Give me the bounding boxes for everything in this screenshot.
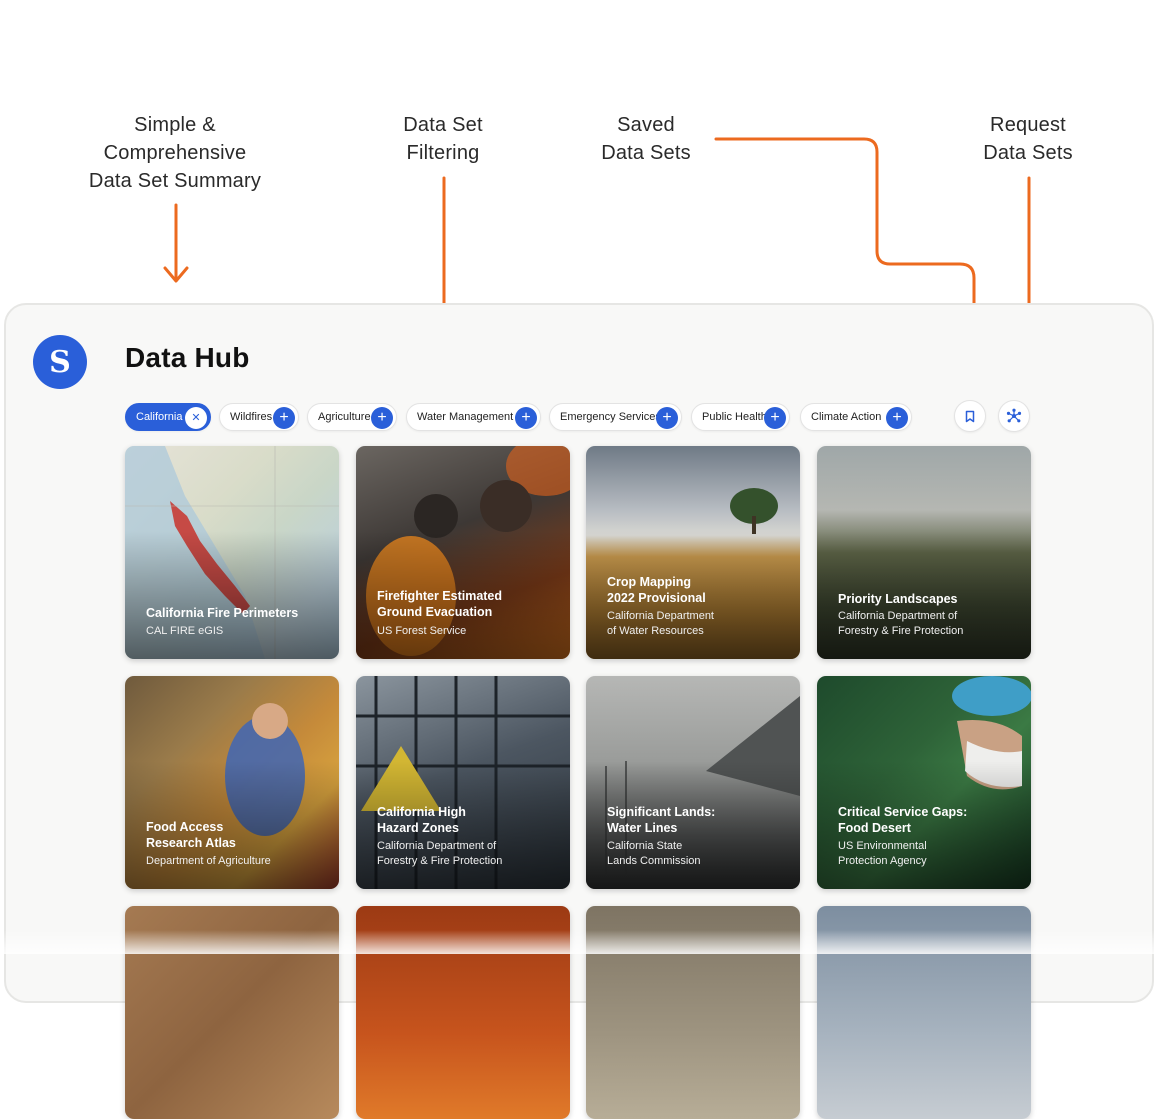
filter-chip-agriculture[interactable]: Agriculture +: [307, 403, 397, 431]
card-title: Significant Lands: Water Lines: [607, 805, 716, 835]
filter-chip-wildfires[interactable]: Wildfires +: [219, 403, 299, 431]
card-title: Firefighter Estimated Ground Evacuation: [377, 589, 503, 619]
data-set-card[interactable]: California High Hazard Zones California …: [356, 676, 570, 889]
data-set-card[interactable]: Critical Service Gaps: Food Desert US En…: [817, 676, 1031, 889]
bookmark-icon: [965, 410, 975, 422]
annotation-request: Request Data Sets: [983, 114, 1073, 164]
card-source: Department of Agriculture: [146, 855, 271, 867]
filter-chip-label: Wildfires: [230, 411, 273, 423]
page-title: Data Hub: [125, 342, 250, 373]
card-title: California Fire Perimeters: [146, 606, 299, 620]
network-icon: [1006, 408, 1022, 423]
card-source: US Forest Service: [377, 625, 467, 637]
filter-chip-label: Public Health: [702, 411, 767, 423]
saved-data-sets-button[interactable]: [954, 400, 986, 432]
filter-chip-label: Agriculture: [318, 411, 371, 423]
data-set-card[interactable]: Food Access Research Atlas Department of…: [125, 676, 339, 889]
card-source: US Environmental Protection Agency: [838, 840, 927, 867]
filter-chip-climate-action[interactable]: Climate Action +: [800, 403, 912, 431]
annotation-saved: Saved Data Sets: [601, 114, 691, 164]
filter-chip-label: Emergency Services: [560, 411, 661, 423]
data-set-card[interactable]: Firefighter Estimated Ground Evacuation …: [356, 446, 570, 659]
request-data-sets-button[interactable]: [998, 400, 1030, 432]
filter-chip-public-health[interactable]: Public Health +: [691, 403, 790, 431]
card-title: Food Access Research Atlas: [146, 820, 236, 850]
filter-chip-emergency-services[interactable]: Emergency Services +: [549, 403, 682, 431]
logo-glyph: S: [49, 344, 71, 380]
plus-icon[interactable]: +: [886, 407, 908, 429]
filter-chip-label: Water Management: [417, 411, 514, 423]
card-source: CAL FIRE eGIS: [146, 625, 224, 637]
card-title: California High Hazard Zones: [377, 805, 466, 835]
arrow-summary: [163, 203, 189, 283]
card-source: California Department of Forestry & Fire…: [838, 610, 964, 637]
annotation-summary: Simple & Comprehensive Data Set Summary: [88, 114, 262, 192]
card-source: California Department of Water Resources: [607, 610, 714, 637]
card-title: Priority Landscapes: [838, 592, 958, 606]
plus-icon[interactable]: +: [371, 407, 393, 429]
data-set-card[interactable]: Significant Lands: Water Lines Californi…: [586, 676, 800, 889]
filter-chip-water-management[interactable]: Water Management +: [406, 403, 541, 431]
card-title: Critical Service Gaps: Food Desert: [838, 805, 968, 835]
filter-chip-california[interactable]: California ✕: [125, 403, 211, 431]
card-title: Crop Mapping 2022 Provisional: [607, 575, 706, 605]
close-icon[interactable]: ✕: [185, 407, 207, 429]
filter-chip-label: Climate Action: [811, 411, 882, 423]
card-source: California Department of Forestry & Fire…: [377, 840, 503, 867]
data-set-card[interactable]: California Fire Perimeters CAL FIRE eGIS: [125, 446, 339, 659]
plus-icon[interactable]: +: [273, 407, 295, 429]
card-overlay: [125, 531, 339, 659]
card-source: California State Lands Commission: [607, 840, 701, 867]
data-set-card[interactable]: Crop Mapping 2022 Provisional California…: [586, 446, 800, 659]
filter-chip-label: California: [136, 411, 183, 423]
annotation-filtering: Data Set Filtering: [403, 114, 483, 164]
plus-icon[interactable]: +: [515, 407, 537, 429]
plus-icon[interactable]: +: [656, 407, 678, 429]
app-logo[interactable]: S: [33, 335, 87, 389]
plus-icon[interactable]: +: [764, 407, 786, 429]
bottom-fade: [0, 930, 1157, 954]
data-set-card[interactable]: Priority Landscapes California Departmen…: [817, 446, 1031, 659]
